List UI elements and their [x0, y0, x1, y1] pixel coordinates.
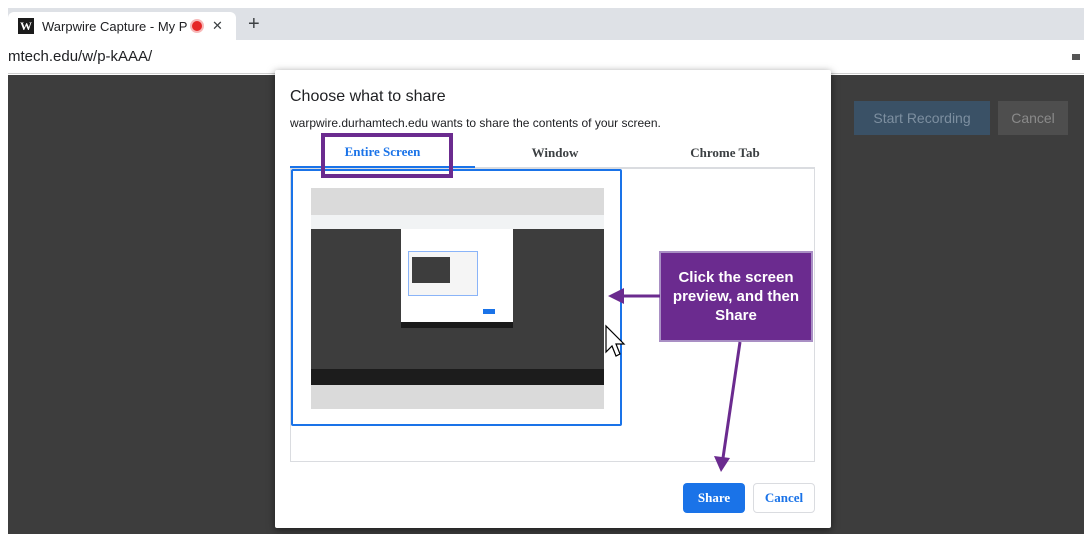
browser-tab[interactable]: W Warpwire Capture - My Pract ✕	[8, 12, 236, 40]
preview-thumbnail-bottom	[401, 322, 513, 328]
url-text[interactable]: mtech.edu/w/p-kAAA/	[8, 48, 152, 65]
preview-thumbnail-chrome	[311, 215, 604, 229]
page-cancel-button[interactable]: Cancel	[998, 101, 1068, 135]
browser-tabstrip: W Warpwire Capture - My Pract ✕ +	[8, 8, 1084, 40]
cancel-button[interactable]: Cancel	[753, 483, 815, 513]
annotation-callout: Click the screen preview, and then Share	[659, 251, 813, 342]
preview-thumbnail-inner-image	[412, 257, 450, 283]
recording-dot-icon	[192, 21, 202, 31]
start-recording-button[interactable]: Start Recording	[854, 101, 990, 135]
preview-thumbnail-share	[483, 309, 495, 314]
extension-icon[interactable]	[1072, 54, 1080, 60]
new-tab-plus-icon[interactable]: +	[248, 13, 260, 36]
tab-chrome-tab[interactable]: Chrome Tab	[635, 138, 815, 168]
tab-title: Warpwire Capture - My Pract	[42, 18, 188, 34]
tab-window[interactable]: Window	[475, 138, 635, 168]
dialog-title: Choose what to share	[290, 88, 446, 105]
dialog-subtitle: warpwire.durhamtech.edu wants to share t…	[290, 116, 661, 130]
address-bar[interactable]: mtech.edu/w/p-kAAA/	[8, 40, 1084, 74]
screen-preview[interactable]	[291, 169, 622, 426]
share-button[interactable]: Share	[683, 483, 745, 513]
warpwire-favicon-icon: W	[18, 18, 34, 34]
close-icon[interactable]: ✕	[212, 18, 223, 34]
annotation-highlight-box	[321, 133, 453, 178]
preview-thumbnail-taskbar	[311, 369, 604, 385]
